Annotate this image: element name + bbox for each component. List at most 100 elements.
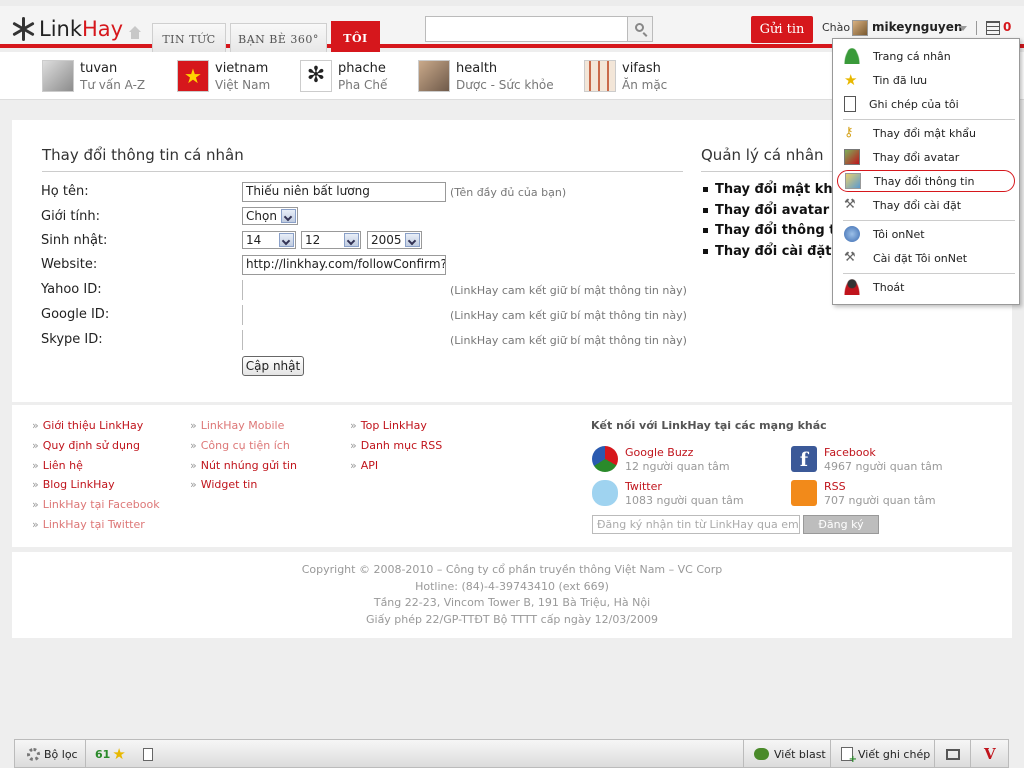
linkhay-logo[interactable]: LinkHay — [10, 16, 123, 42]
side-link-change-settings[interactable]: Thay đổi cài đặt — [703, 244, 851, 265]
birthday-month-select[interactable]: 12 — [301, 231, 361, 249]
birthday-day-select[interactable]: 14 — [242, 231, 296, 249]
menu-item-saved-news[interactable]: ★ Tin đã lưu — [837, 69, 1015, 91]
menu-item-toi-onnet[interactable]: Tôi onNet — [837, 223, 1015, 245]
search-icon — [635, 23, 644, 32]
side-link-change-avatar[interactable]: Thay đổi avatar — [703, 203, 851, 224]
category-subtitle: Việt Nam — [215, 78, 271, 92]
key-icon: ⚷ — [844, 125, 854, 140]
category-name: vietnam — [215, 61, 269, 76]
footer-link[interactable]: Công cụ tiện ích — [190, 439, 297, 459]
social-count: 4967 người quan tâm — [824, 460, 943, 473]
divider — [970, 740, 971, 768]
page-title: Thay đổi thông tin cá nhân — [42, 146, 244, 164]
footer-link[interactable]: LinkHay Mobile — [190, 419, 297, 439]
filter-button[interactable]: Bộ lọc — [27, 740, 78, 768]
wrench-icon: ⚒ — [844, 250, 856, 265]
v-button[interactable]: V — [984, 740, 996, 768]
website-input[interactable]: http://linkhay.com/followConfirm?u — [242, 255, 446, 275]
footer-link[interactable]: Danh mục RSS — [350, 439, 443, 459]
menu-item-profile[interactable]: Trang cá nhân — [837, 45, 1015, 67]
side-link-change-password[interactable]: Thay đổi mật khẩu — [703, 182, 851, 203]
menu-item-label: Ghi chép của tôi — [869, 97, 959, 111]
category-tuvan[interactable]: tuvan Tư vấn A-Z — [42, 60, 152, 94]
chevron-down-icon — [344, 233, 359, 247]
footer-link[interactable]: API — [350, 459, 442, 479]
avatar[interactable] — [852, 20, 868, 36]
footer-link[interactable]: Widget tin — [190, 478, 297, 498]
write-blast-button[interactable]: Viết blast — [754, 740, 826, 768]
menu-item-change-avatar[interactable]: Thay đổi avatar — [837, 146, 1015, 168]
menu-item-change-info[interactable]: Thay đổi thông tin — [837, 170, 1015, 192]
footer-link[interactable]: Blog LinkHay — [32, 478, 160, 498]
footer-link[interactable]: Quy định sử dụng — [32, 439, 160, 459]
google-buzz-icon — [592, 446, 618, 472]
skype-input[interactable] — [242, 330, 446, 350]
social-name[interactable]: Google Buzz — [625, 446, 693, 459]
name-input[interactable]: Thiếu niên bất lương — [242, 182, 446, 202]
footer-link[interactable]: LinkHay tại Twitter — [32, 518, 160, 538]
search-button[interactable] — [628, 16, 653, 42]
yahoo-input[interactable] — [242, 280, 446, 300]
side-link-change-info[interactable]: Thay đổi thông tin — [703, 223, 851, 244]
footer-link[interactable]: LinkHay tại Facebook — [32, 498, 160, 518]
gender-select-value: Chọn — [246, 209, 277, 223]
gender-select[interactable]: Chọn — [242, 207, 298, 225]
menu-item-my-notes[interactable]: Ghi chép của tôi — [837, 93, 1015, 115]
menu-item-change-settings[interactable]: ⚒ Thay đổi cài đặt — [837, 194, 1015, 216]
footer-link[interactable]: Top LinkHay — [350, 419, 442, 439]
divider — [42, 171, 683, 172]
footer-link[interactable]: Nút nhúng gửi tin — [190, 459, 297, 479]
social-name[interactable]: Twitter — [625, 480, 662, 493]
connect-title: Kết nối với LinkHay tại các mạng khác — [591, 419, 827, 432]
logout-icon — [844, 279, 860, 295]
menu-item-toi-onnet-settings[interactable]: ⚒ Cài đặt Tôi onNet — [837, 247, 1015, 269]
points-badge[interactable]: 61 ★ — [95, 740, 126, 768]
update-button[interactable]: Cập nhật — [242, 356, 304, 376]
tab-news[interactable]: TIN TỨC — [152, 23, 226, 54]
logo-text-hay: Hay — [82, 17, 124, 41]
notes-button[interactable] — [143, 740, 153, 768]
edit-info-icon — [845, 173, 861, 189]
yahoo-hint: (LinkHay cam kết giữ bí mật thông tin nà… — [450, 284, 687, 297]
divider — [843, 220, 1015, 221]
monitor-button[interactable] — [946, 740, 960, 768]
chevron-down-icon[interactable] — [959, 26, 967, 31]
star-icon: ★ — [844, 71, 858, 89]
side-menu: Thay đổi mật khẩu Thay đổi avatar Thay đ… — [703, 182, 851, 264]
tab-me[interactable]: TÔI — [331, 21, 380, 54]
menu-item-label: Cài đặt Tôi onNet — [873, 251, 968, 265]
category-vietnam[interactable]: ★ vietnam Việt Nam — [177, 60, 277, 94]
category-thumbnail — [418, 60, 450, 92]
category-subtitle: Dược - Sức khỏe — [456, 78, 554, 92]
footer-link[interactable]: Liên hệ — [32, 459, 160, 479]
home-icon[interactable] — [128, 26, 142, 40]
menu-item-label: Thay đổi avatar — [873, 150, 960, 164]
bottom-toolbar: Bộ lọc 61★ Viết blast Viết ghi chép V — [14, 739, 1009, 768]
menu-item-change-password[interactable]: ⚷ Thay đổi mật khẩu — [837, 122, 1015, 144]
footer-link[interactable]: Giới thiệu LinkHay — [32, 419, 160, 439]
subscribe-email-input[interactable]: Đăng ký nhận tin từ LinkHay qua email — [592, 515, 800, 534]
social-name[interactable]: Facebook — [824, 446, 876, 459]
post-news-button[interactable]: Gửi tin — [751, 16, 813, 43]
chevron-down-icon — [279, 233, 294, 247]
footer-col-1: Giới thiệu LinkHay Quy định sử dụng Liên… — [32, 419, 160, 538]
category-phache[interactable]: ✻ phache Pha Chế — [300, 60, 400, 94]
username-link[interactable]: mikeynguyen — [872, 20, 962, 34]
search-input[interactable] — [425, 16, 628, 42]
category-vifash[interactable]: vifash Ăn mặc — [584, 60, 684, 94]
birthday-year-select[interactable]: 2005 — [367, 231, 422, 249]
social-name[interactable]: RSS — [824, 480, 846, 493]
notification-icon[interactable] — [986, 21, 1000, 35]
footer-links: Giới thiệu LinkHay Quy định sử dụng Liên… — [12, 405, 1012, 547]
category-name: vifash — [622, 61, 661, 76]
tab-friends-360[interactable]: BẠN BÈ 360° — [230, 23, 327, 54]
copyright-line: Copyright © 2008-2010 – Công ty cổ phần … — [301, 563, 723, 576]
category-health[interactable]: health Dược - Sức khỏe — [418, 60, 558, 94]
user-dropdown-menu: Trang cá nhân ★ Tin đã lưu Ghi chép của … — [832, 38, 1020, 305]
notification-count[interactable]: 0 — [1003, 20, 1011, 34]
write-note-button[interactable]: Viết ghi chép — [841, 740, 930, 768]
menu-item-logout[interactable]: Thoát — [837, 276, 1015, 298]
google-input[interactable] — [242, 305, 446, 325]
subscribe-button[interactable]: Đăng ký — [803, 515, 879, 534]
